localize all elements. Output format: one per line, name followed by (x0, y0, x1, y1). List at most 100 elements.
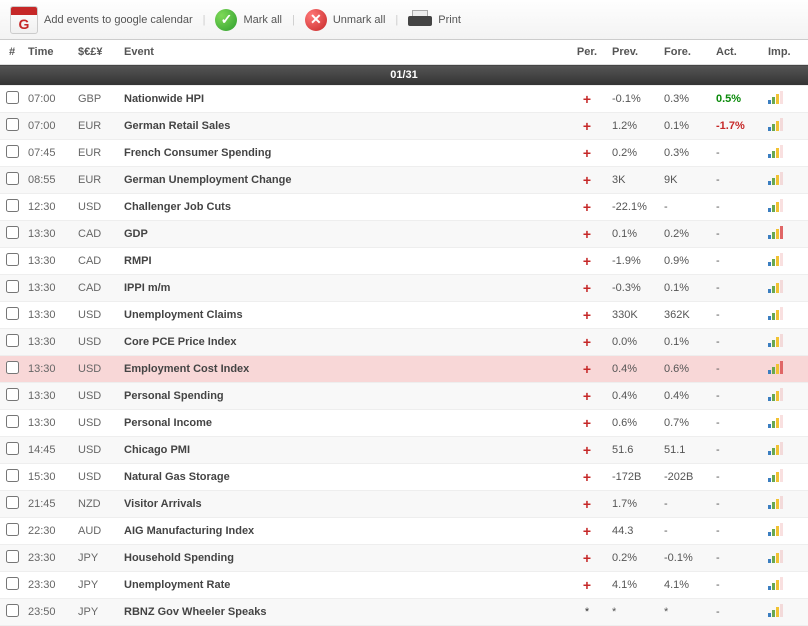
expand-icon[interactable]: + (583, 118, 591, 134)
expand-icon[interactable]: + (583, 334, 591, 350)
impact-bars-icon (768, 281, 783, 293)
cell-fore: 4.1% (660, 572, 712, 599)
cell-imp (764, 167, 808, 194)
cell-fore: -0.1% (660, 545, 712, 572)
cell-time: 14:45 (24, 437, 74, 464)
table-header: # Time $€£¥ Event Per. Prev. Fore. Act. … (0, 40, 808, 65)
cell-per: * (566, 599, 608, 626)
unmark-all-link[interactable]: Unmark all (333, 14, 386, 26)
expand-icon[interactable]: + (583, 307, 591, 323)
date-header: 01/31 (0, 65, 808, 86)
header-act: Act. (712, 40, 764, 65)
mark-all-link[interactable]: Mark all (243, 14, 282, 26)
cell-per: + (566, 86, 608, 113)
expand-icon[interactable]: + (583, 388, 591, 404)
expand-icon[interactable]: + (583, 280, 591, 296)
cell-currency: USD (74, 437, 120, 464)
row-checkbox[interactable] (6, 280, 19, 293)
header-event: Event (120, 40, 566, 65)
row-checkbox[interactable] (6, 388, 19, 401)
table-row: 21:45NZDVisitor Arrivals+1.7%-- (0, 491, 808, 518)
row-checkbox[interactable] (6, 496, 19, 509)
google-calendar-icon[interactable] (10, 6, 38, 34)
row-checkbox[interactable] (6, 253, 19, 266)
expand-icon[interactable]: + (583, 361, 591, 377)
cell-event: Visitor Arrivals (120, 491, 566, 518)
expand-icon[interactable]: + (583, 577, 591, 593)
cell-event: GDP (120, 221, 566, 248)
row-checkbox[interactable] (6, 361, 19, 374)
row-checkbox[interactable] (6, 145, 19, 158)
cell-prev: 4.1% (608, 572, 660, 599)
row-checkbox[interactable] (6, 91, 19, 104)
expand-icon[interactable]: + (583, 253, 591, 269)
row-checkbox[interactable] (6, 577, 19, 590)
impact-bars-icon (768, 551, 783, 563)
cell-time: 13:30 (24, 329, 74, 356)
cell-imp (764, 572, 808, 599)
impact-bars-icon (768, 362, 783, 374)
cell-imp (764, 410, 808, 437)
cell-fore: 362K (660, 302, 712, 329)
impact-bars-icon (768, 227, 783, 239)
cell-act: - (712, 140, 764, 167)
expand-icon[interactable]: + (583, 199, 591, 215)
x-icon[interactable]: ✕ (305, 9, 327, 31)
cell-fore: 0.3% (660, 86, 712, 113)
expand-icon[interactable]: + (583, 442, 591, 458)
row-checkbox[interactable] (6, 118, 19, 131)
table-row: 13:30USDUnemployment Claims+330K362K- (0, 302, 808, 329)
table-row: 08:55EURGerman Unemployment Change+3K9K- (0, 167, 808, 194)
cell-event: AIG Manufacturing Index (120, 518, 566, 545)
print-link[interactable]: Print (438, 14, 461, 26)
row-checkbox[interactable] (6, 469, 19, 482)
expand-icon[interactable]: + (583, 91, 591, 107)
cell-time: 23:30 (24, 572, 74, 599)
cell-prev: * (608, 599, 660, 626)
cell-per: + (566, 491, 608, 518)
impact-bars-icon (768, 200, 783, 212)
expand-icon[interactable]: + (583, 226, 591, 242)
cell-act: - (712, 572, 764, 599)
printer-icon[interactable] (408, 10, 432, 30)
cell-per: + (566, 329, 608, 356)
cell-act: - (712, 329, 764, 356)
cell-prev: 1.2% (608, 113, 660, 140)
row-checkbox[interactable] (6, 550, 19, 563)
row-checkbox[interactable] (6, 334, 19, 347)
cell-fore: * (660, 599, 712, 626)
impact-bars-icon (768, 335, 783, 347)
check-icon[interactable]: ✓ (215, 9, 237, 31)
header-time: Time (24, 40, 74, 65)
row-checkbox[interactable] (6, 604, 19, 617)
expand-icon[interactable]: + (583, 496, 591, 512)
cell-per: + (566, 221, 608, 248)
header-prev: Prev. (608, 40, 660, 65)
row-checkbox[interactable] (6, 415, 19, 428)
table-row: 23:30JPYHousehold Spending+0.2%-0.1%- (0, 545, 808, 572)
add-to-google-calendar-link[interactable]: Add events to google calendar (44, 14, 193, 26)
row-checkbox[interactable] (6, 172, 19, 185)
row-checkbox[interactable] (6, 199, 19, 212)
expand-icon[interactable]: + (583, 145, 591, 161)
expand-icon[interactable]: + (583, 415, 591, 431)
date-row: 01/31 (0, 65, 808, 86)
table-row: 07:00EURGerman Retail Sales+1.2%0.1%-1.7… (0, 113, 808, 140)
expand-icon[interactable]: + (583, 550, 591, 566)
cell-imp (764, 356, 808, 383)
cell-time: 21:45 (24, 491, 74, 518)
impact-bars-icon (768, 308, 783, 320)
row-checkbox[interactable] (6, 307, 19, 320)
table-row: 13:30CADGDP+0.1%0.2%- (0, 221, 808, 248)
cell-event: Challenger Job Cuts (120, 194, 566, 221)
expand-icon[interactable]: + (583, 172, 591, 188)
cell-fore: 0.9% (660, 248, 712, 275)
row-checkbox[interactable] (6, 226, 19, 239)
expand-icon[interactable]: + (583, 469, 591, 485)
row-checkbox[interactable] (6, 442, 19, 455)
expand-icon[interactable]: + (583, 523, 591, 539)
table-row: 13:30CADRMPI+-1.9%0.9%- (0, 248, 808, 275)
cell-prev: 44.3 (608, 518, 660, 545)
cell-prev: -0.1% (608, 86, 660, 113)
row-checkbox[interactable] (6, 523, 19, 536)
